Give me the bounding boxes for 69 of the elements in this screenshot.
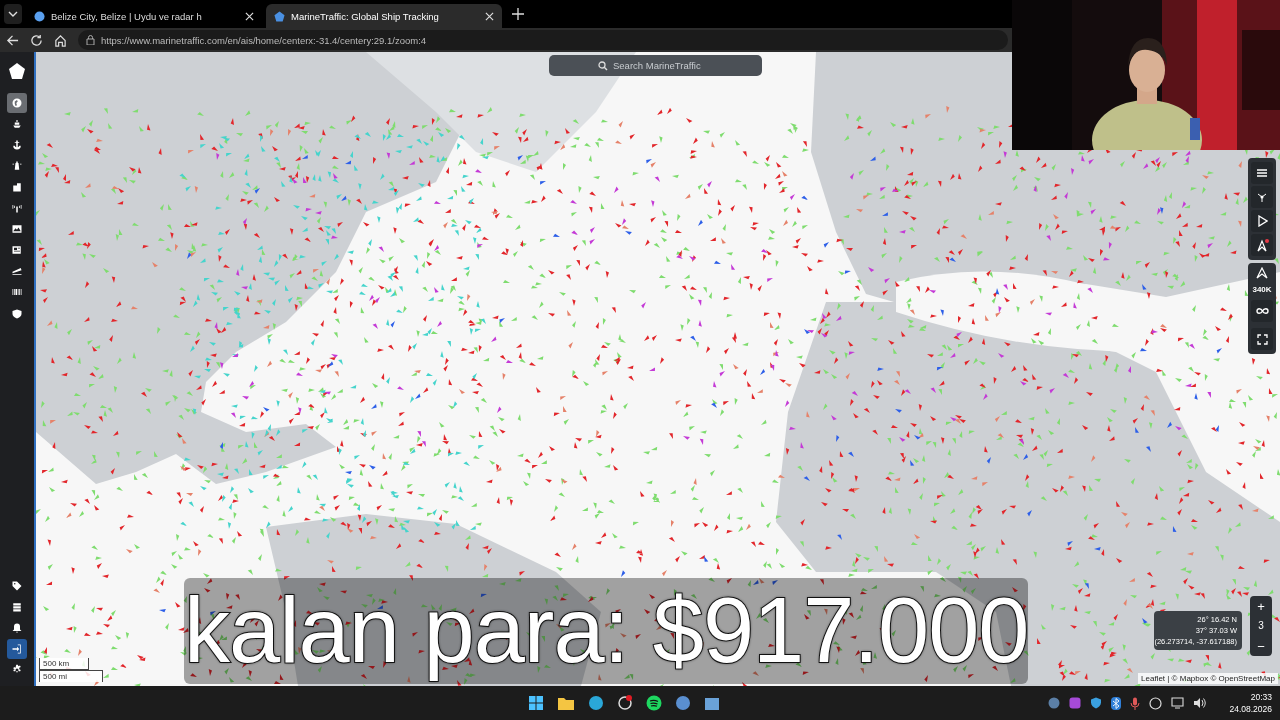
clock-date[interactable]: 24.08.2026 bbox=[1229, 703, 1272, 715]
zoom-level: 3 bbox=[1258, 619, 1264, 633]
tag-icon bbox=[11, 580, 23, 592]
fullscreen-icon bbox=[1256, 333, 1268, 345]
map-tool-button[interactable] bbox=[1251, 186, 1273, 208]
anchor-icon bbox=[11, 139, 23, 151]
map-tool-button[interactable] bbox=[1251, 234, 1273, 256]
bluetooth-icon[interactable] bbox=[1111, 696, 1122, 710]
app-icon[interactable] bbox=[617, 695, 633, 711]
scale-bar: 500 mi bbox=[39, 670, 103, 682]
shield-icon[interactable] bbox=[11, 308, 23, 320]
sidebar-button[interactable] bbox=[7, 639, 27, 659]
antenna-icon bbox=[11, 202, 23, 214]
zoom-out-button[interactable]: − bbox=[1250, 636, 1272, 656]
close-icon[interactable] bbox=[485, 11, 494, 21]
chevron-icon bbox=[8, 9, 18, 19]
database-icon bbox=[11, 601, 23, 613]
music-app-icon[interactable] bbox=[646, 695, 662, 711]
network-icon[interactable] bbox=[1171, 697, 1185, 709]
compass-icon[interactable] bbox=[1256, 267, 1268, 279]
close-icon[interactable] bbox=[245, 11, 254, 21]
building-icon bbox=[11, 181, 23, 193]
login-icon bbox=[11, 643, 23, 655]
tab-title: MarineTraffic: Global Ship Tracking bbox=[291, 10, 440, 22]
folder-icon[interactable] bbox=[557, 695, 575, 711]
map-tool-button[interactable] bbox=[1251, 162, 1273, 184]
lighthouse-icon bbox=[11, 160, 23, 172]
infinity-icon bbox=[1255, 307, 1269, 315]
clock-time[interactable]: 20:33 bbox=[1250, 691, 1272, 703]
search-field[interactable]: Search MarineTraffic bbox=[549, 55, 762, 76]
home-icon[interactable] bbox=[54, 33, 67, 47]
news-icon bbox=[11, 244, 23, 256]
speaker-icon[interactable] bbox=[1193, 697, 1207, 709]
tab-list-button[interactable] bbox=[4, 4, 22, 24]
vessel-icon bbox=[11, 265, 23, 277]
windows-icon[interactable] bbox=[528, 695, 544, 711]
ship-icon bbox=[11, 118, 23, 130]
map-tool-button[interactable] bbox=[1251, 210, 1273, 232]
map-tool-button[interactable] bbox=[1251, 300, 1273, 322]
nodes-icon bbox=[1256, 191, 1268, 203]
map-attribution: Leaflet | © Mapbox © OpenStreetMap bbox=[1138, 673, 1278, 684]
browser-tab[interactable]: Belize City, Belize | Uydu ve radar h bbox=[26, 4, 262, 28]
barcode-icon bbox=[11, 286, 23, 298]
microphone-icon[interactable] bbox=[1130, 696, 1141, 710]
pentagon-logo[interactable] bbox=[8, 62, 26, 80]
lock-icon bbox=[86, 35, 95, 45]
shield-icon[interactable] bbox=[1090, 697, 1103, 709]
app-icon[interactable] bbox=[675, 695, 691, 711]
sidebar-button[interactable] bbox=[7, 93, 27, 113]
compass-icon bbox=[1255, 238, 1269, 252]
play-icon bbox=[1256, 215, 1268, 227]
back-icon[interactable] bbox=[6, 33, 19, 47]
reload-icon[interactable] bbox=[30, 33, 43, 47]
vessel-count: 340K bbox=[1252, 285, 1272, 294]
search-icon bbox=[598, 61, 608, 71]
image-icon bbox=[11, 223, 23, 235]
bell-icon bbox=[11, 622, 23, 634]
globe-icon bbox=[34, 10, 45, 22]
globe-icon bbox=[11, 97, 23, 109]
pentagon-icon bbox=[274, 10, 285, 22]
new-tab-icon[interactable] bbox=[512, 8, 524, 20]
map-tool-button[interactable] bbox=[1251, 328, 1273, 350]
zoom-in-button[interactable]: + bbox=[1250, 596, 1272, 616]
browser-icon[interactable] bbox=[588, 695, 604, 711]
scale-bar: 500 km bbox=[39, 658, 89, 670]
browser-tab[interactable]: MarineTraffic: Global Ship Tracking bbox=[266, 4, 502, 28]
tab-title: Belize City, Belize | Uydu ve radar h bbox=[51, 10, 203, 22]
layers-icon bbox=[1256, 167, 1268, 179]
address-field[interactable]: https://www.marinetraffic.com/en/ais/home/centerx:-31.4/centery:29.1/zoom:4 bbox=[78, 30, 1008, 50]
